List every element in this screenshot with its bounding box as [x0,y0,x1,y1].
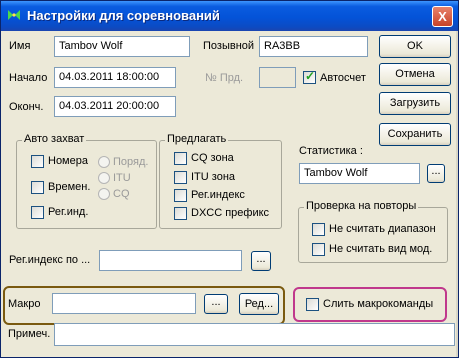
callsign-label: Позывной [203,40,255,52]
order-radio[interactable] [98,156,110,168]
region-index-input[interactable] [99,250,242,271]
suggest-dxcc-prefix-checkbox[interactable] [174,207,187,220]
dup-check-title: Проверка на повторы [304,200,419,212]
ok-button[interactable]: OK [379,35,451,58]
close-icon: X [438,9,447,24]
suggest-dxcc-prefix-label: DXCC префикс [191,207,270,219]
cq-radio-label: CQ [113,188,130,200]
right-edge-scrollbar [456,31,458,357]
window-title: Настройки для соревнований [27,8,220,23]
ignore-mode-checkbox[interactable] [312,243,325,256]
close-button[interactable]: X [432,6,453,27]
cq-radio[interactable] [98,188,110,200]
start-label: Начало [9,72,48,84]
title-bar[interactable]: Настройки для соревнований X [1,1,458,31]
callsign-input[interactable]: RA3BB [259,36,368,57]
end-datetime-input[interactable]: 04.03.2011 20:00:00 [54,96,176,117]
ignore-mode-label: Не считать вид мод. [329,243,433,255]
suggest-region-index-label: Рег.индекс [191,189,245,201]
macro-input[interactable] [52,293,196,314]
note-input[interactable] [54,323,455,346]
auto-capture-numbers-label: Номера [48,155,88,167]
load-button[interactable]: Загрузить [379,92,451,115]
auto-capture-time-checkbox[interactable] [31,181,44,194]
suggest-title: Предлагать [165,133,229,145]
suggest-cq-zone-checkbox[interactable] [174,152,187,165]
suggest-cq-zone-label: CQ зона [191,152,234,164]
itu-radio-label: ITU [113,172,131,184]
suggest-itu-zone-checkbox[interactable] [174,171,187,184]
macro-edit-button[interactable]: Ред... [239,293,279,315]
statistics-label: Статистика : [299,145,363,157]
note-label: Примеч. [8,328,51,340]
ignore-band-checkbox[interactable] [312,223,325,236]
end-label: Оконч. [9,101,44,113]
start-datetime-input[interactable]: 04.03.2011 18:00:00 [54,67,176,88]
merge-macros-label: Слить макрокоманды [323,298,434,310]
region-index-browse-button[interactable]: ... [251,251,271,271]
macro-label: Макро [8,298,41,310]
statistics-browse-button[interactable]: ... [427,164,445,183]
name-input[interactable]: Tambov Wolf [54,36,190,57]
statistics-input[interactable]: Tambov Wolf [299,163,420,184]
prd-number-input[interactable] [259,67,296,88]
region-index-label: Рег.индекс по ... [9,254,91,266]
auto-capture-region-label: Рег.инд. [48,206,89,218]
save-button[interactable]: Сохранить [379,123,451,146]
auto-capture-region-checkbox[interactable] [31,206,44,219]
suggest-itu-zone-label: ITU зона [191,171,236,183]
name-label: Имя [9,40,31,52]
suggest-region-index-checkbox[interactable] [174,189,187,202]
auto-capture-title: Авто захват [22,133,87,145]
macro-browse-button[interactable]: ... [204,294,228,314]
auto-capture-time-label: Времен. [48,181,91,193]
cancel-button[interactable]: Отмена [379,63,451,86]
prd-number-label: № Прд. [205,72,244,84]
autocount-label: Автосчет [320,72,366,84]
auto-capture-numbers-checkbox[interactable] [31,155,44,168]
order-radio-label: Поряд. [113,156,149,168]
itu-radio[interactable] [98,172,110,184]
merge-macros-checkbox[interactable] [306,298,319,311]
ignore-band-label: Не считать диапазон [329,223,436,235]
autocount-checkbox[interactable] [303,69,316,84]
app-icon [8,10,20,20]
contest-settings-window: Настройки для соревнований X Имя Tambov … [0,0,459,358]
